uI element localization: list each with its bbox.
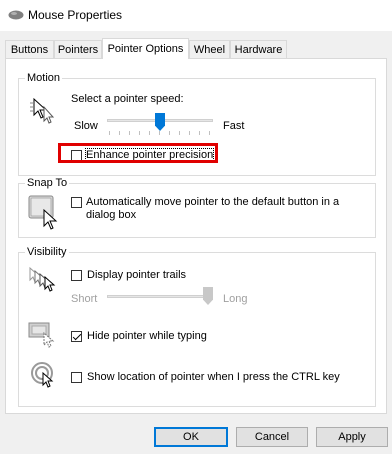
pointer-trails-label[interactable]: Display pointer trails [87,269,186,282]
snap-to-icon [28,195,58,230]
slider-tick [129,131,130,135]
tab-hardware[interactable]: Hardware [230,40,287,58]
slider-tick [159,131,160,135]
snap-to-label-line2[interactable]: dialog box [86,209,136,222]
slider-tick [199,131,200,135]
pointer-trails-checkbox[interactable] [71,270,82,281]
slider-tick [189,131,190,135]
slider-tick [109,131,110,135]
pointer-trails-icon [29,266,56,292]
visibility-group-label: Visibility [25,245,69,259]
tab-wheel[interactable]: Wheel [189,40,230,58]
fast-label: Fast [223,120,245,132]
hide-pointer-label[interactable]: Hide pointer while typing [87,330,207,343]
tab-pointers[interactable]: Pointers [54,40,102,58]
snap-to-checkbox[interactable] [71,197,82,208]
hide-pointer-checkbox[interactable] [71,331,82,342]
precision-highlight-box [58,143,218,163]
motion-group-label: Motion [25,71,63,85]
tab-panel: Motion Select a pointer speed: Slow Fast… [5,58,387,414]
show-location-icon [31,362,54,388]
tab-pointer-options[interactable]: Pointer Options [102,38,189,59]
trail-length-slider-track[interactable] [107,295,213,298]
window-title: Mouse Properties [28,8,123,22]
cancel-button[interactable]: Cancel [236,427,308,447]
tab-buttons[interactable]: Buttons [5,40,54,58]
slow-label: Slow [74,120,98,132]
speed-label: Select a pointer speed: [71,93,184,105]
hide-pointer-icon [28,322,55,348]
snap-to-group: Snap To [18,176,376,238]
slider-tick [209,131,210,135]
slider-tick [139,131,140,135]
mouse-icon [8,10,24,20]
slider-tick [119,131,120,135]
title-bar: Mouse Properties [0,0,392,31]
short-label: Short [71,293,98,305]
slider-tick [179,131,180,135]
ok-button[interactable]: OK [154,427,228,447]
show-location-label[interactable]: Show location of pointer when I press th… [87,371,340,384]
long-label: Long [223,293,248,305]
pointer-speed-icon [30,97,55,124]
slider-tick [169,131,170,135]
slider-tick [149,131,150,135]
snap-to-group-label: Snap To [25,176,70,190]
show-location-checkbox[interactable] [71,372,82,383]
apply-button[interactable]: Apply [316,427,388,447]
snap-to-label-line1[interactable]: Automatically move pointer to the defaul… [86,196,339,209]
